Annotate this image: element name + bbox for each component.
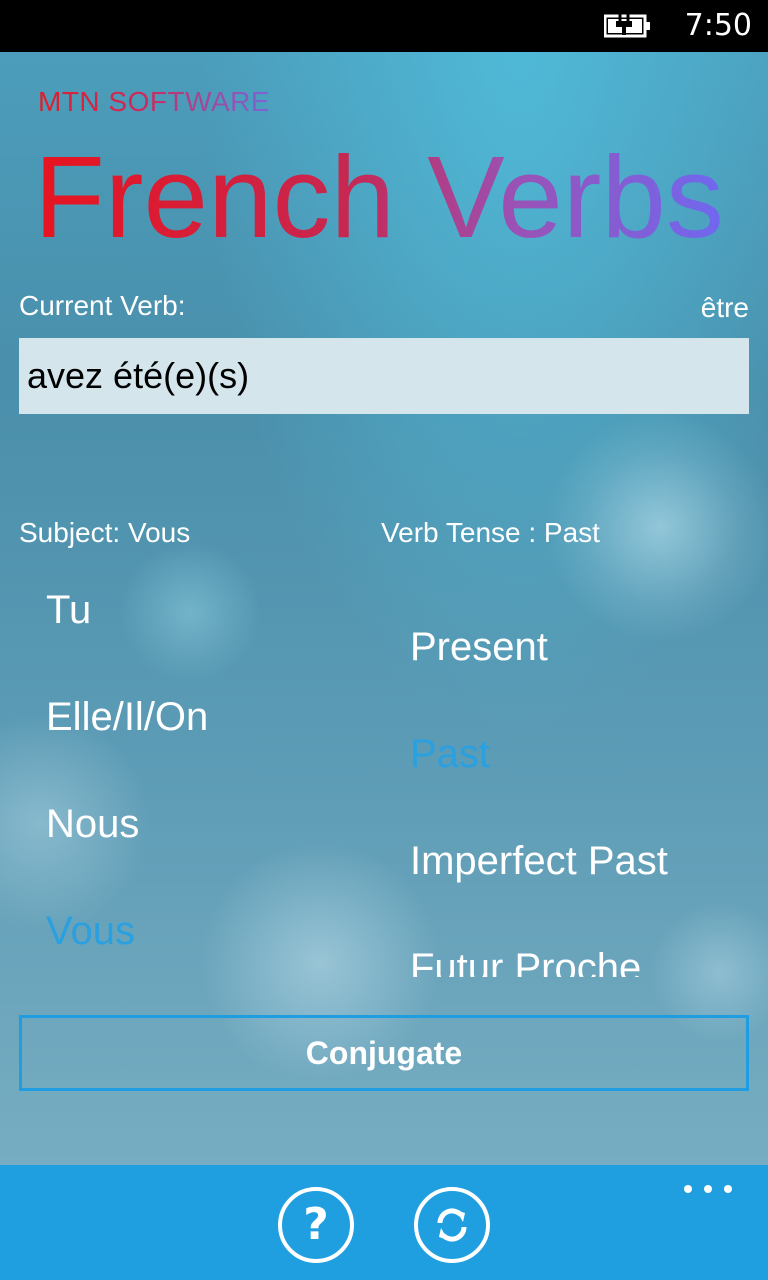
help-button[interactable]: ? <box>278 1187 354 1263</box>
verb-tense-picker[interactable]: Present Past Imperfect Past Futur Proche <box>410 607 750 977</box>
battery-charging-icon <box>604 13 650 38</box>
subject-option[interactable]: Elle/Il/On <box>46 695 208 740</box>
question-icon: ? <box>303 1199 329 1250</box>
subject-option[interactable]: Tu <box>46 588 91 633</box>
app-bar: ? <box>0 1165 768 1280</box>
subject-option[interactable]: Nous <box>46 802 139 847</box>
conjugation-result-field[interactable] <box>19 338 749 414</box>
current-verb-label: Current Verb: <box>19 290 186 321</box>
verb-tense-label: Verb Tense : Past <box>381 517 600 548</box>
status-time: 7:50 <box>684 8 752 43</box>
tense-option[interactable]: Present <box>410 625 548 670</box>
status-bar: 7:50 <box>0 0 768 52</box>
tense-option[interactable]: Futur Proche <box>410 946 641 977</box>
subject-label: Subject: Vous <box>19 517 191 548</box>
subject-option-selected[interactable]: Vous <box>46 909 135 954</box>
tense-option[interactable]: Imperfect Past <box>410 839 668 884</box>
app-content: MTN SOFTWARE French Verbs Current Verb: … <box>0 52 768 1165</box>
conjugate-button[interactable]: Conjugate <box>19 1015 749 1091</box>
more-icon[interactable] <box>684 1181 734 1195</box>
current-verb-infinitive: être <box>700 292 749 323</box>
tense-option-selected[interactable]: Past <box>410 732 490 777</box>
subject-picker[interactable]: Tu Elle/Il/On Nous Vous <box>46 582 366 962</box>
brand-label: MTN SOFTWARE <box>38 86 271 117</box>
refresh-button[interactable] <box>414 1187 490 1263</box>
app-title: French Verbs <box>34 132 724 262</box>
refresh-icon <box>437 1208 467 1242</box>
